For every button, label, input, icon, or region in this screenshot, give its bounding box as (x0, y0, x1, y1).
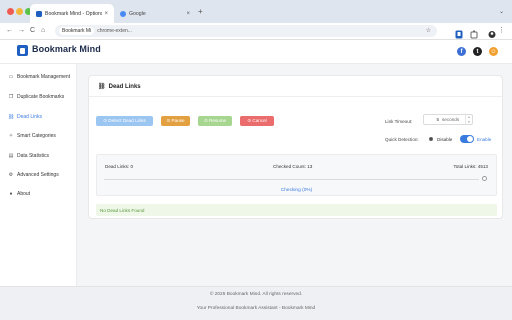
sidebar-item-advanced-settings[interactable]: ⚙ Advanced Settings (0, 167, 76, 183)
forward-icon[interactable]: → (18, 26, 25, 36)
footer-copyright: © 2025 Bookmark Mind. All rights reserve… (209, 292, 303, 297)
total-links-count: Total Links: 4513 (453, 164, 488, 169)
extension-icon[interactable] (455, 26, 463, 39)
enable-label: Enable (477, 137, 492, 142)
app-header: Bookmark Mind f t ☺ (0, 40, 512, 64)
progress-indicator-icon (482, 176, 487, 181)
sidebar: ▭ Bookmark Management ❐ Duplicate Bookma… (0, 64, 77, 286)
close-tab-icon[interactable]: × (104, 11, 108, 17)
stepper-up-icon[interactable]: ▲ (468, 115, 471, 119)
twitter-icon[interactable]: t (473, 47, 482, 56)
tab-search-icon[interactable]: ⌄ (499, 8, 504, 15)
quick-detection-toggle[interactable] (460, 135, 474, 143)
checked-count: Checked Count: 13 (273, 164, 313, 169)
address-bar[interactable]: Bookmark Mi chrome-exten... ☆ (55, 25, 437, 37)
tab-title: Bookmark Mind - Options (45, 10, 103, 17)
link-icon: ⛓ (7, 114, 15, 120)
disable-radio[interactable] (429, 137, 433, 141)
sidebar-item-data-statistics[interactable]: ▤ Data Statistics (0, 148, 76, 164)
result-message: No Dead Links Found (96, 204, 497, 216)
duplicate-icon: ❐ (8, 94, 14, 100)
sidebar-item-label: Dead Links (17, 114, 43, 120)
sidebar-item-about[interactable]: ● About (0, 186, 76, 202)
new-tab-button[interactable]: + (198, 8, 203, 16)
bookmark-star-icon[interactable]: ☆ (426, 27, 431, 34)
chart-icon: ▤ (8, 153, 14, 159)
sidebar-item-duplicate-bookmarks[interactable]: ❐ Duplicate Bookmarks (0, 89, 76, 105)
pause-button[interactable]: ⊙ Pause (161, 116, 190, 126)
tab-title: Google (129, 10, 146, 17)
link-timeout-label: Link Timeout: (385, 119, 413, 124)
browser-toolbar: ← → C ⌂ Bookmark Mi chrome-exten... ☆ ⋮ (0, 23, 512, 40)
cancel-button[interactable]: ⊙ Cancel (240, 116, 274, 126)
bookmark-mind-favicon-icon (36, 10, 42, 17)
browser-menu-icon[interactable]: ⋮ (498, 26, 505, 36)
sidebar-item-dead-links[interactable]: ⛓ Dead Links (0, 109, 76, 125)
facebook-icon[interactable]: f (457, 47, 466, 56)
puzzle-icon[interactable] (470, 26, 478, 39)
dead-links-card: ⛓ Dead Links ⊙ Detect Dead Links ⊙ Pause… (88, 75, 503, 219)
back-icon[interactable]: ← (6, 26, 13, 36)
link-icon: ⛓ (98, 84, 106, 90)
folder-icon: ▭ (8, 74, 14, 80)
quick-detection-label: Quick Detection: (385, 137, 419, 142)
info-icon: ● (9, 191, 13, 197)
profile-icon[interactable] (488, 26, 496, 38)
sidebar-item-label: Smart Categories (17, 133, 56, 139)
browser-tab-options[interactable]: Bookmark Mind - Options × (30, 4, 114, 23)
detect-dead-links-button[interactable]: ⊙ Detect Dead Links (96, 116, 153, 126)
reload-icon[interactable]: C (30, 26, 35, 36)
logo-icon (17, 45, 28, 56)
sidebar-item-label: Advanced Settings (17, 172, 59, 178)
sidebar-item-label: About (17, 191, 31, 197)
sidebar-item-label: Duplicate Bookmarks (17, 94, 65, 100)
sidebar-item-smart-categories[interactable]: ✧ Smart Categories (0, 128, 76, 144)
page-title-text: Dead Links (108, 83, 141, 90)
timeout-value[interactable]: 5 (424, 117, 442, 122)
smart-icon: ✧ (8, 133, 14, 139)
minimize-window-button[interactable] (16, 8, 23, 15)
dead-links-count: Dead Links: 0 (105, 164, 134, 169)
status-panel: Dead Links: 0 Checked Count: 13 Total Li… (96, 154, 497, 196)
divider (89, 96, 502, 97)
timeout-unit: seconds (442, 117, 460, 122)
stepper-down-icon[interactable]: ▼ (468, 120, 471, 124)
browser-titlebar: Bookmark Mind - Options × Google × + ⌄ (0, 0, 512, 23)
extension-chip[interactable]: Bookmark Mi (59, 27, 95, 35)
google-favicon-icon (120, 10, 126, 17)
browser-tab-google[interactable]: Google × (116, 4, 194, 23)
user-icon[interactable]: ☺ (489, 47, 498, 56)
home-icon[interactable]: ⌂ (41, 26, 45, 36)
timeout-stepper[interactable]: ▲ ▼ (465, 115, 472, 124)
page-title: ⛓ Dead Links (98, 83, 141, 91)
link-timeout-input[interactable]: 5 seconds ▲ ▼ (423, 114, 473, 125)
disable-label: Disable (437, 137, 453, 142)
checking-status: Checking (0%) (280, 188, 313, 193)
sidebar-item-bookmark-management[interactable]: ▭ Bookmark Management (0, 69, 76, 85)
main-content: ⛓ Dead Links ⊙ Detect Dead Links ⊙ Pause… (77, 64, 512, 286)
sidebar-item-label: Data Statistics (17, 153, 49, 159)
brand-name: Bookmark Mind (32, 44, 101, 54)
progress-bar (104, 179, 479, 180)
sidebar-item-label: Bookmark Management (17, 74, 71, 80)
url-text[interactable]: chrome-exten... (97, 28, 132, 34)
close-tab-icon[interactable]: × (186, 11, 190, 17)
footer: © 2025 Bookmark Mind. All rights reserve… (0, 286, 512, 320)
footer-tagline: Your Professional Bookmark Assistant - B… (196, 306, 316, 311)
resume-button[interactable]: ⊙ Resume (198, 116, 232, 126)
close-window-button[interactable] (7, 8, 14, 15)
gear-icon: ⚙ (8, 172, 14, 178)
